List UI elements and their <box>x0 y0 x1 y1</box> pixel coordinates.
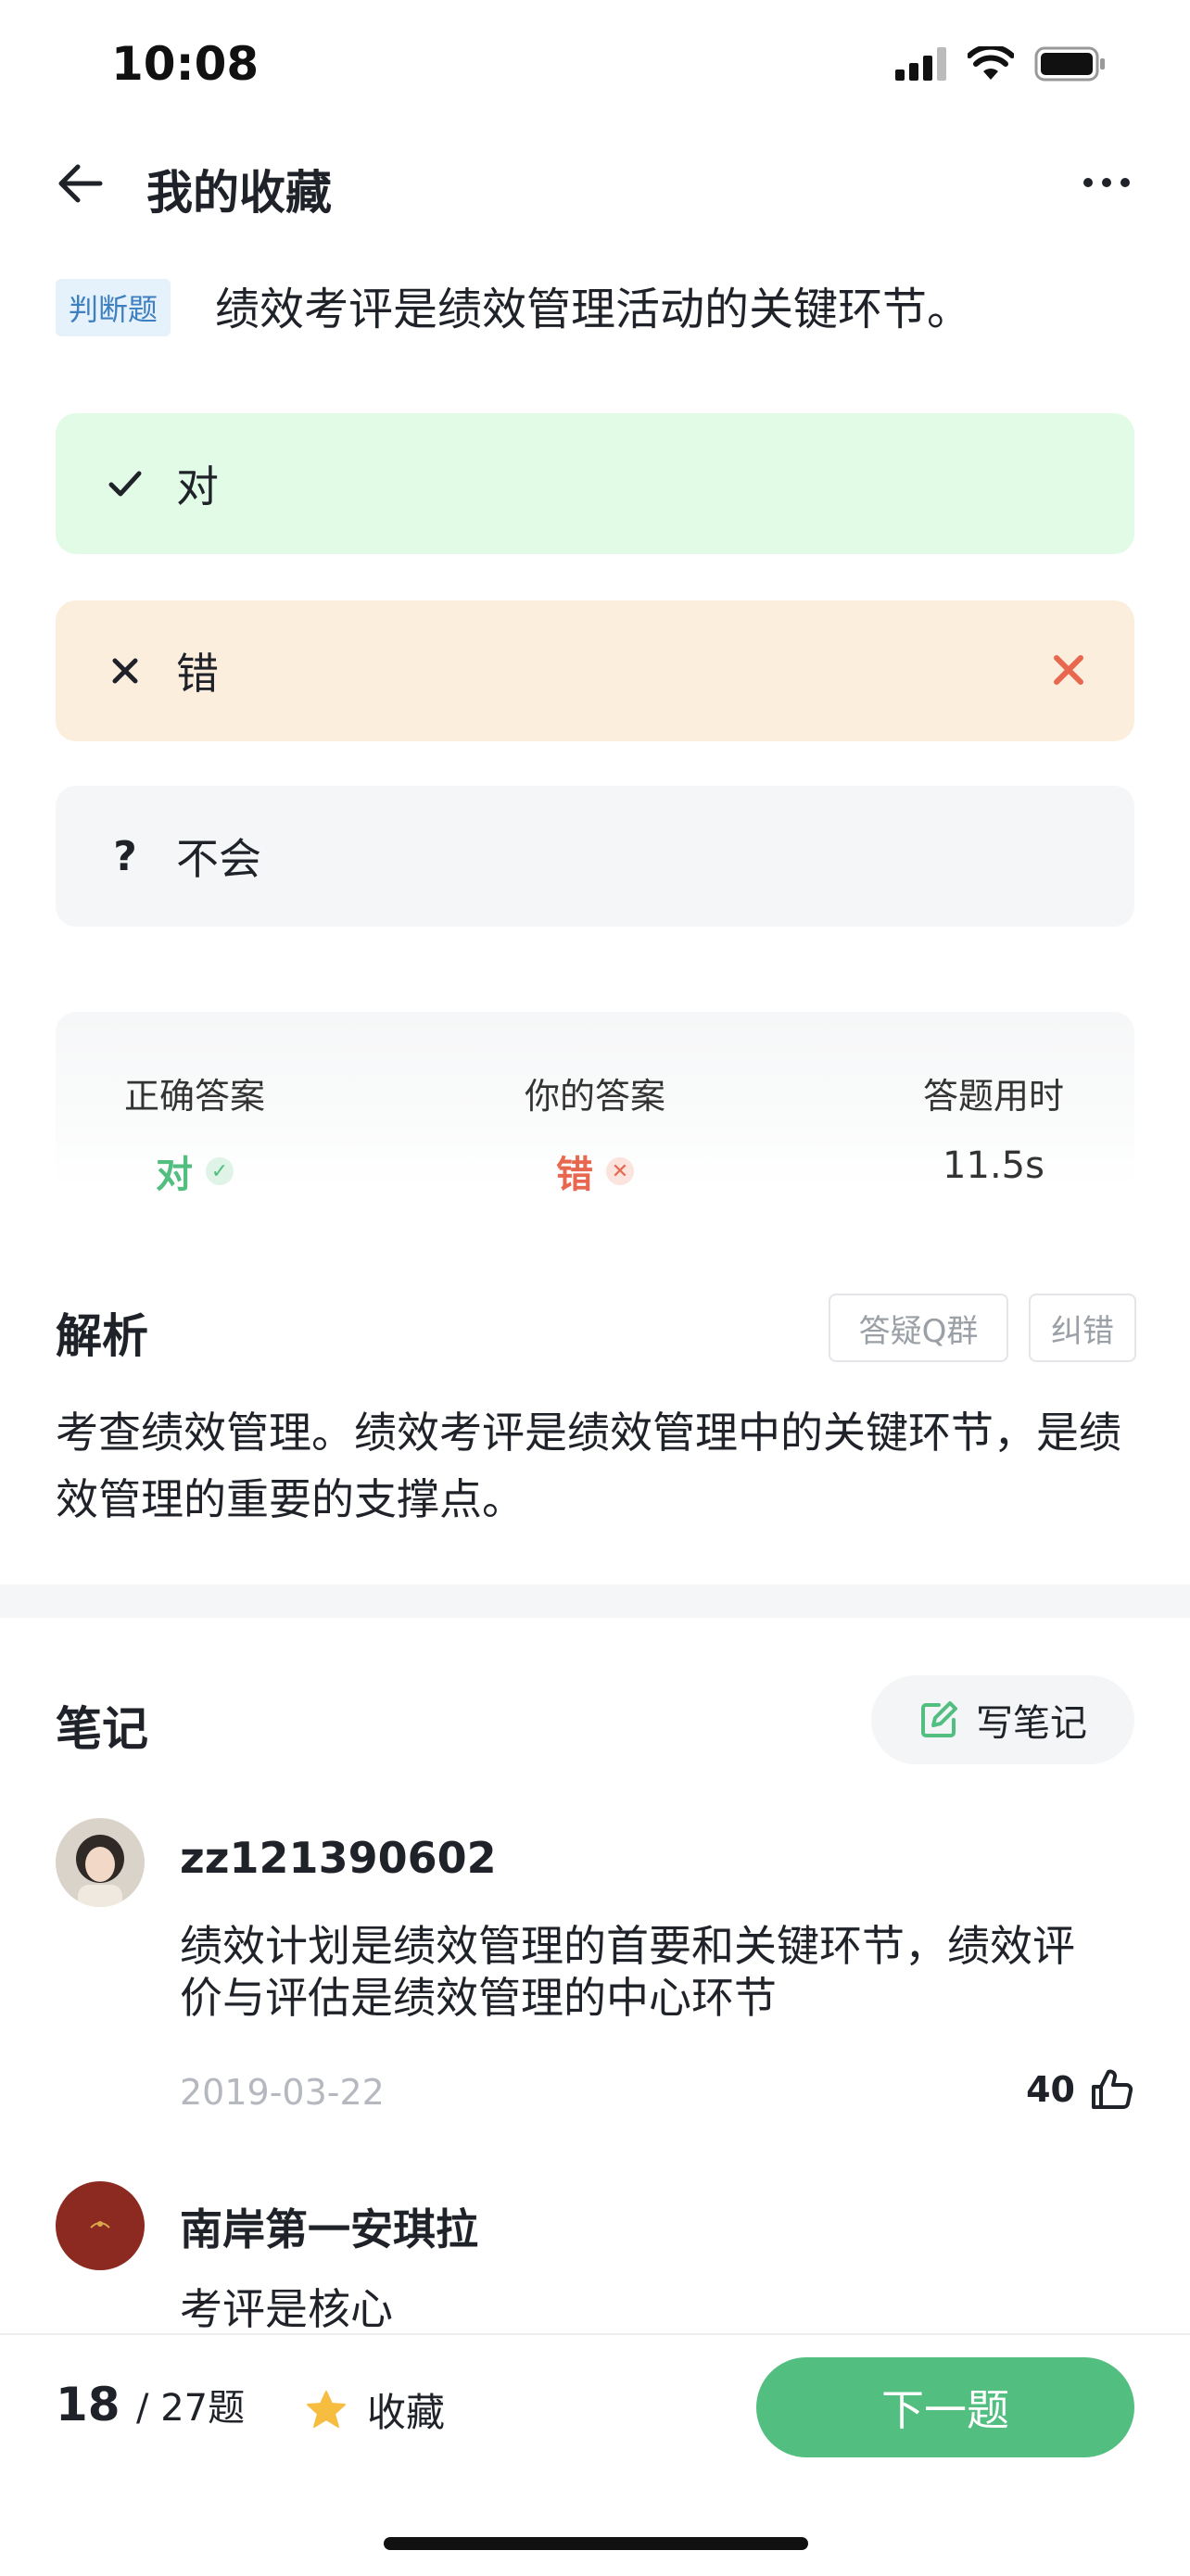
check-icon <box>93 465 158 502</box>
correct-answer-stat: 正确答案 对 ✓ <box>56 1067 334 1198</box>
wrong-mark-icon <box>1054 655 1083 685</box>
your-answer-value: 错 <box>556 1154 593 1196</box>
report-error-button[interactable]: 纠错 <box>1029 1294 1136 1362</box>
note-text: 绩效计划是绩效管理的首要和关键环节，绩效评价与评估是绩效管理的中心环节 <box>180 1921 1075 2023</box>
note-username: 南岸第一安琪拉 <box>180 2204 478 2254</box>
avatar[interactable] <box>56 1818 145 1907</box>
page-title: 我的收藏 <box>146 166 332 220</box>
section-divider <box>0 1585 1190 1618</box>
write-note-button[interactable]: 写笔记 <box>871 1675 1134 1764</box>
answer-stats: 正确答案 对 ✓ 你的答案 错 ✕ 答题用时 11.5s <box>56 1012 1134 1196</box>
cross-circle-icon: ✕ <box>606 1157 634 1185</box>
option-label: 错 <box>176 649 219 699</box>
back-arrow-icon[interactable] <box>52 156 108 211</box>
stat-header: 答题用时 <box>922 1076 1064 1117</box>
your-answer-stat: 你的答案 错 ✕ <box>456 1067 734 1198</box>
note-text: 考评是核心 <box>180 2284 393 2334</box>
favorite-label: 收藏 <box>367 2390 446 2435</box>
favorite-button[interactable]: 收藏 <box>304 2381 445 2438</box>
write-note-label: 写笔记 <box>976 1702 1087 1745</box>
stat-header: 正确答案 <box>123 1076 265 1117</box>
question-text: 绩效考评是绩效管理活动的关键环节。 <box>215 284 972 335</box>
correct-answer-value: 对 <box>156 1154 193 1196</box>
analysis-title: 解析 <box>56 1309 148 1363</box>
like-button[interactable]: 40 <box>1026 2066 1134 2113</box>
like-count: 40 <box>1026 2069 1075 2110</box>
option-unknown[interactable]: ? 不会 <box>56 786 1134 927</box>
option-false[interactable]: 错 <box>56 600 1134 741</box>
analysis-text: 考查绩效管理。绩效考评是绩效管理中的关键环节，是绩效管理的重要的支撑点。 <box>56 1408 1121 1524</box>
current-question-number: 18 <box>56 2378 120 2431</box>
edit-icon <box>921 1701 957 1737</box>
battery-icon <box>1034 46 1105 82</box>
wifi-icon <box>968 46 1014 80</box>
home-indicator[interactable] <box>384 2537 808 2550</box>
check-circle-icon: ✓ <box>206 1157 234 1185</box>
next-question-button[interactable]: 下一题 <box>756 2357 1134 2457</box>
cross-icon <box>93 654 158 688</box>
star-icon <box>307 2390 346 2428</box>
qq-group-button[interactable]: 答疑Q群 <box>829 1294 1008 1362</box>
option-label: 不会 <box>176 834 261 884</box>
note-username: zz121390602 <box>180 1833 497 1883</box>
option-true[interactable]: 对 <box>56 413 1134 554</box>
more-icon[interactable] <box>1079 159 1134 206</box>
avatar[interactable] <box>56 2181 145 2270</box>
signal-icon <box>895 47 946 81</box>
time-stat: 答题用时 11.5s <box>855 1067 1133 1187</box>
question-type-tag: 判断题 <box>56 279 171 336</box>
thumbs-up-icon <box>1092 2069 1133 2109</box>
status-time: 10:08 <box>111 37 260 91</box>
time-value: 11.5s <box>943 1144 1044 1187</box>
question-icon: ? <box>113 832 137 880</box>
option-label: 对 <box>176 461 219 511</box>
note-date: 2019-03-22 <box>180 2072 385 2113</box>
status-icons <box>895 46 1107 82</box>
question-progress: 18 / 27题 <box>56 2378 245 2431</box>
stat-header: 你的答案 <box>524 1076 665 1117</box>
notes-title: 笔记 <box>56 1702 148 1756</box>
total-questions: / 27题 <box>136 2387 246 2430</box>
